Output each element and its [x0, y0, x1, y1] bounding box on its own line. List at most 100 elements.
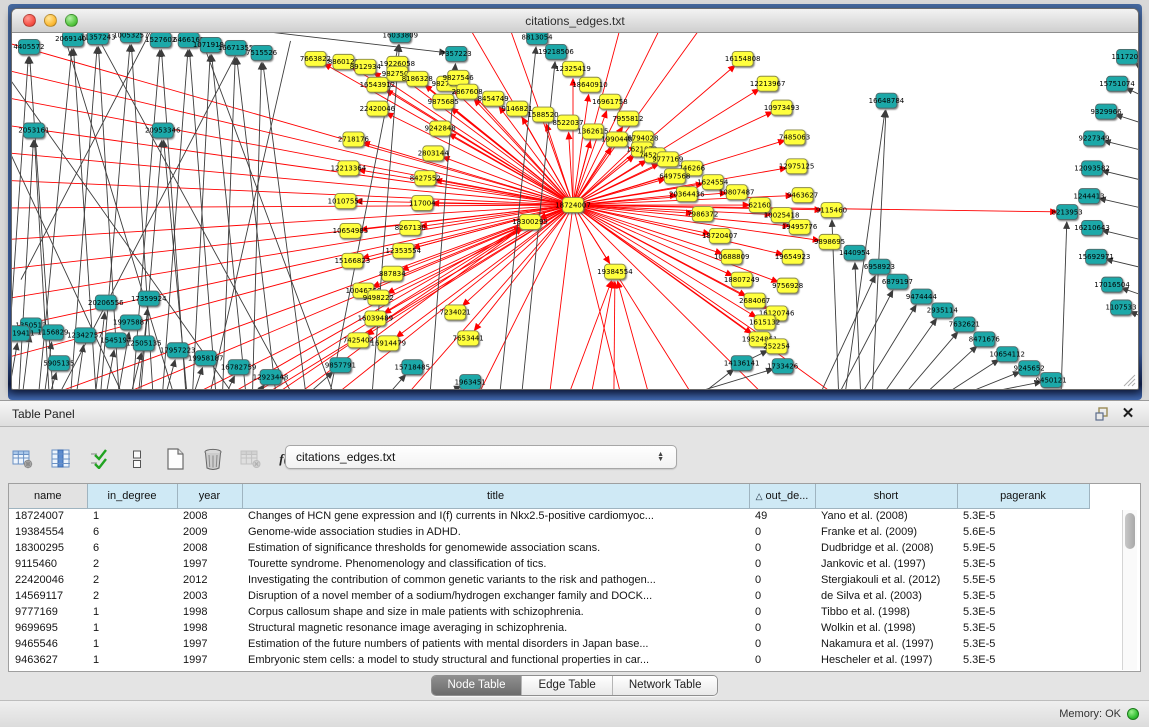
- table-cell[interactable]: Tourette syndrome. Phenomenology and cla…: [242, 556, 749, 572]
- graph-node[interactable]: 8912934: [350, 59, 382, 74]
- table-cell[interactable]: 0: [749, 556, 815, 572]
- graph-node[interactable]: 16648784: [869, 93, 905, 108]
- graph-node[interactable]: 1244413: [1074, 189, 1105, 204]
- table-row[interactable]: 1938455462009Genome-wide association stu…: [9, 524, 1089, 540]
- graph-node[interactable]: 2935114: [927, 303, 959, 318]
- table-settings-icon[interactable]: [10, 446, 36, 472]
- table-cell[interactable]: Disruption of a novel member of a sodium…: [242, 588, 749, 604]
- table-cell[interactable]: 0: [749, 524, 815, 540]
- table-row[interactable]: 911546021997Tourette syndrome. Phenomeno…: [9, 556, 1089, 572]
- table-row[interactable]: 1830029562008Estimation of significance …: [9, 540, 1089, 556]
- graph-node[interactable]: 7663822: [300, 51, 331, 66]
- tab-network-table[interactable]: Network Table: [613, 676, 718, 695]
- table-cell[interactable]: 6: [87, 540, 177, 556]
- graph-node[interactable]: 17016504: [1094, 277, 1130, 292]
- graph-node[interactable]: 15751074: [1099, 76, 1135, 91]
- graph-node[interactable]: 12325419: [555, 61, 591, 76]
- minimize-button[interactable]: [44, 14, 57, 27]
- table-row[interactable]: 946554611997Estimation of the future num…: [9, 636, 1089, 652]
- table-row[interactable]: 1456911722003Disruption of a novel membe…: [9, 588, 1089, 604]
- table-cell[interactable]: 5.5E-5: [957, 572, 1089, 588]
- graph-node[interactable]: 16961758: [592, 94, 628, 109]
- graph-node[interactable]: 6958923: [864, 259, 895, 274]
- table-cell[interactable]: 2: [87, 572, 177, 588]
- table-cell[interactable]: 0: [749, 604, 815, 620]
- graph-node[interactable]: 10053257: [113, 33, 149, 42]
- table-cell[interactable]: 1998: [177, 620, 242, 636]
- table-cell[interactable]: Investigating the contribution of common…: [242, 572, 749, 588]
- table-cell[interactable]: Hescheler et al. (1997): [815, 652, 957, 668]
- table-cell[interactable]: Stergiakouli et al. (2012): [815, 572, 957, 588]
- graph-node[interactable]: 9329966: [1091, 104, 1122, 119]
- graph-node[interactable]: 19654923: [775, 249, 811, 264]
- table-cell[interactable]: 0: [749, 540, 815, 556]
- table-cell[interactable]: 0: [749, 652, 815, 668]
- table-cell[interactable]: Dudbridge et al. (2008): [815, 540, 957, 556]
- table-cell[interactable]: Corpus callosum shape and size in male p…: [242, 604, 749, 620]
- graph-node[interactable]: 12353554: [386, 243, 422, 258]
- column-header-name[interactable]: name: [9, 484, 87, 508]
- table-cell[interactable]: 14569117: [9, 588, 87, 604]
- tab-edge-table[interactable]: Edge Table: [522, 676, 612, 695]
- table-cell[interactable]: 18300295: [9, 540, 87, 556]
- column-header-year[interactable]: year: [177, 484, 242, 508]
- graph-node[interactable]: 19384554: [597, 264, 633, 279]
- table-row[interactable]: 969969511998Structural magnetic resonanc…: [9, 620, 1089, 636]
- table-cell[interactable]: 1997: [177, 636, 242, 652]
- delete-table-disabled-icon[interactable]: [238, 446, 264, 472]
- new-table-icon[interactable]: [162, 446, 188, 472]
- table-row[interactable]: 1872400712008Changes of HCN gene express…: [9, 508, 1089, 524]
- table-cell[interactable]: 6: [87, 524, 177, 540]
- tab-node-table[interactable]: Node Table: [432, 676, 523, 695]
- graph-node[interactable]: 9474444: [906, 289, 938, 304]
- table-cell[interactable]: Jankovic et al. (1997): [815, 556, 957, 572]
- table-cell[interactable]: 9463627: [9, 652, 87, 668]
- graph-node[interactable]: 1527602: [145, 33, 176, 47]
- table-cell[interactable]: 9115460: [9, 556, 87, 572]
- graph-node[interactable]: 15718485: [395, 360, 431, 375]
- graph-node[interactable]: 10973493: [764, 100, 800, 115]
- graph-node[interactable]: 10688809: [714, 249, 750, 264]
- table-cell[interactable]: 5.9E-5: [957, 540, 1089, 556]
- network-canvas[interactable]: 4405572206914061135724310053257152760264…: [12, 33, 1138, 389]
- graph-node[interactable]: 9115460: [816, 203, 847, 218]
- graph-node[interactable]: 18640910: [572, 77, 608, 92]
- column-header-short[interactable]: short: [815, 484, 957, 508]
- table-cell[interactable]: 2008: [177, 508, 242, 524]
- graph-node[interactable]: 6879197: [882, 274, 913, 289]
- table-cell[interactable]: 1997: [177, 556, 242, 572]
- column-visibility-icon[interactable]: [48, 446, 74, 472]
- table-cell[interactable]: Estimation of significance thresholds fo…: [242, 540, 749, 556]
- graph-node[interactable]: 7653441: [453, 331, 484, 346]
- window-titlebar[interactable]: citations_edges.txt: [12, 9, 1138, 33]
- graph-node[interactable]: 2803144: [418, 146, 450, 161]
- table-cell[interactable]: 1: [87, 620, 177, 636]
- graph-node[interactable]: 14136141: [724, 356, 760, 371]
- graph-node[interactable]: 8427552: [410, 171, 441, 186]
- zoom-button[interactable]: [65, 14, 78, 27]
- table-cell[interactable]: 0: [749, 588, 815, 604]
- graph-node[interactable]: 9227349: [1079, 131, 1110, 146]
- graph-node[interactable]: 16782759: [221, 360, 257, 375]
- table-cell[interactable]: 1998: [177, 604, 242, 620]
- graph-node[interactable]: 252254: [763, 339, 790, 354]
- table-cell[interactable]: 9465546: [9, 636, 87, 652]
- graph-node[interactable]: 9898695: [814, 234, 845, 249]
- float-window-icon[interactable]: [1093, 406, 1111, 422]
- graph-node[interactable]: 1624554: [697, 175, 729, 190]
- graph-node[interactable]: 62160: [749, 198, 771, 213]
- table-cell[interactable]: 0: [749, 572, 815, 588]
- table-cell[interactable]: Genome-wide association studies in ADHD.: [242, 524, 749, 540]
- graph-node[interactable]: 12975125: [779, 159, 815, 174]
- table-cell[interactable]: Structural magnetic resonance image aver…: [242, 620, 749, 636]
- graph-node[interactable]: 7485063: [779, 130, 810, 145]
- table-cell[interactable]: 5.3E-5: [957, 556, 1089, 572]
- table-cell[interactable]: 1: [87, 636, 177, 652]
- graph-node[interactable]: 12093582: [1074, 161, 1110, 176]
- table-cell[interactable]: 9699695: [9, 620, 87, 636]
- select-all-icon[interactable]: [86, 446, 112, 472]
- graph-node[interactable]: 10654112: [989, 347, 1025, 362]
- graph-node[interactable]: 9245652: [1014, 361, 1045, 376]
- table-cell[interactable]: 5.3E-5: [957, 588, 1089, 604]
- table-cell[interactable]: Estimation of the future numbers of pati…: [242, 636, 749, 652]
